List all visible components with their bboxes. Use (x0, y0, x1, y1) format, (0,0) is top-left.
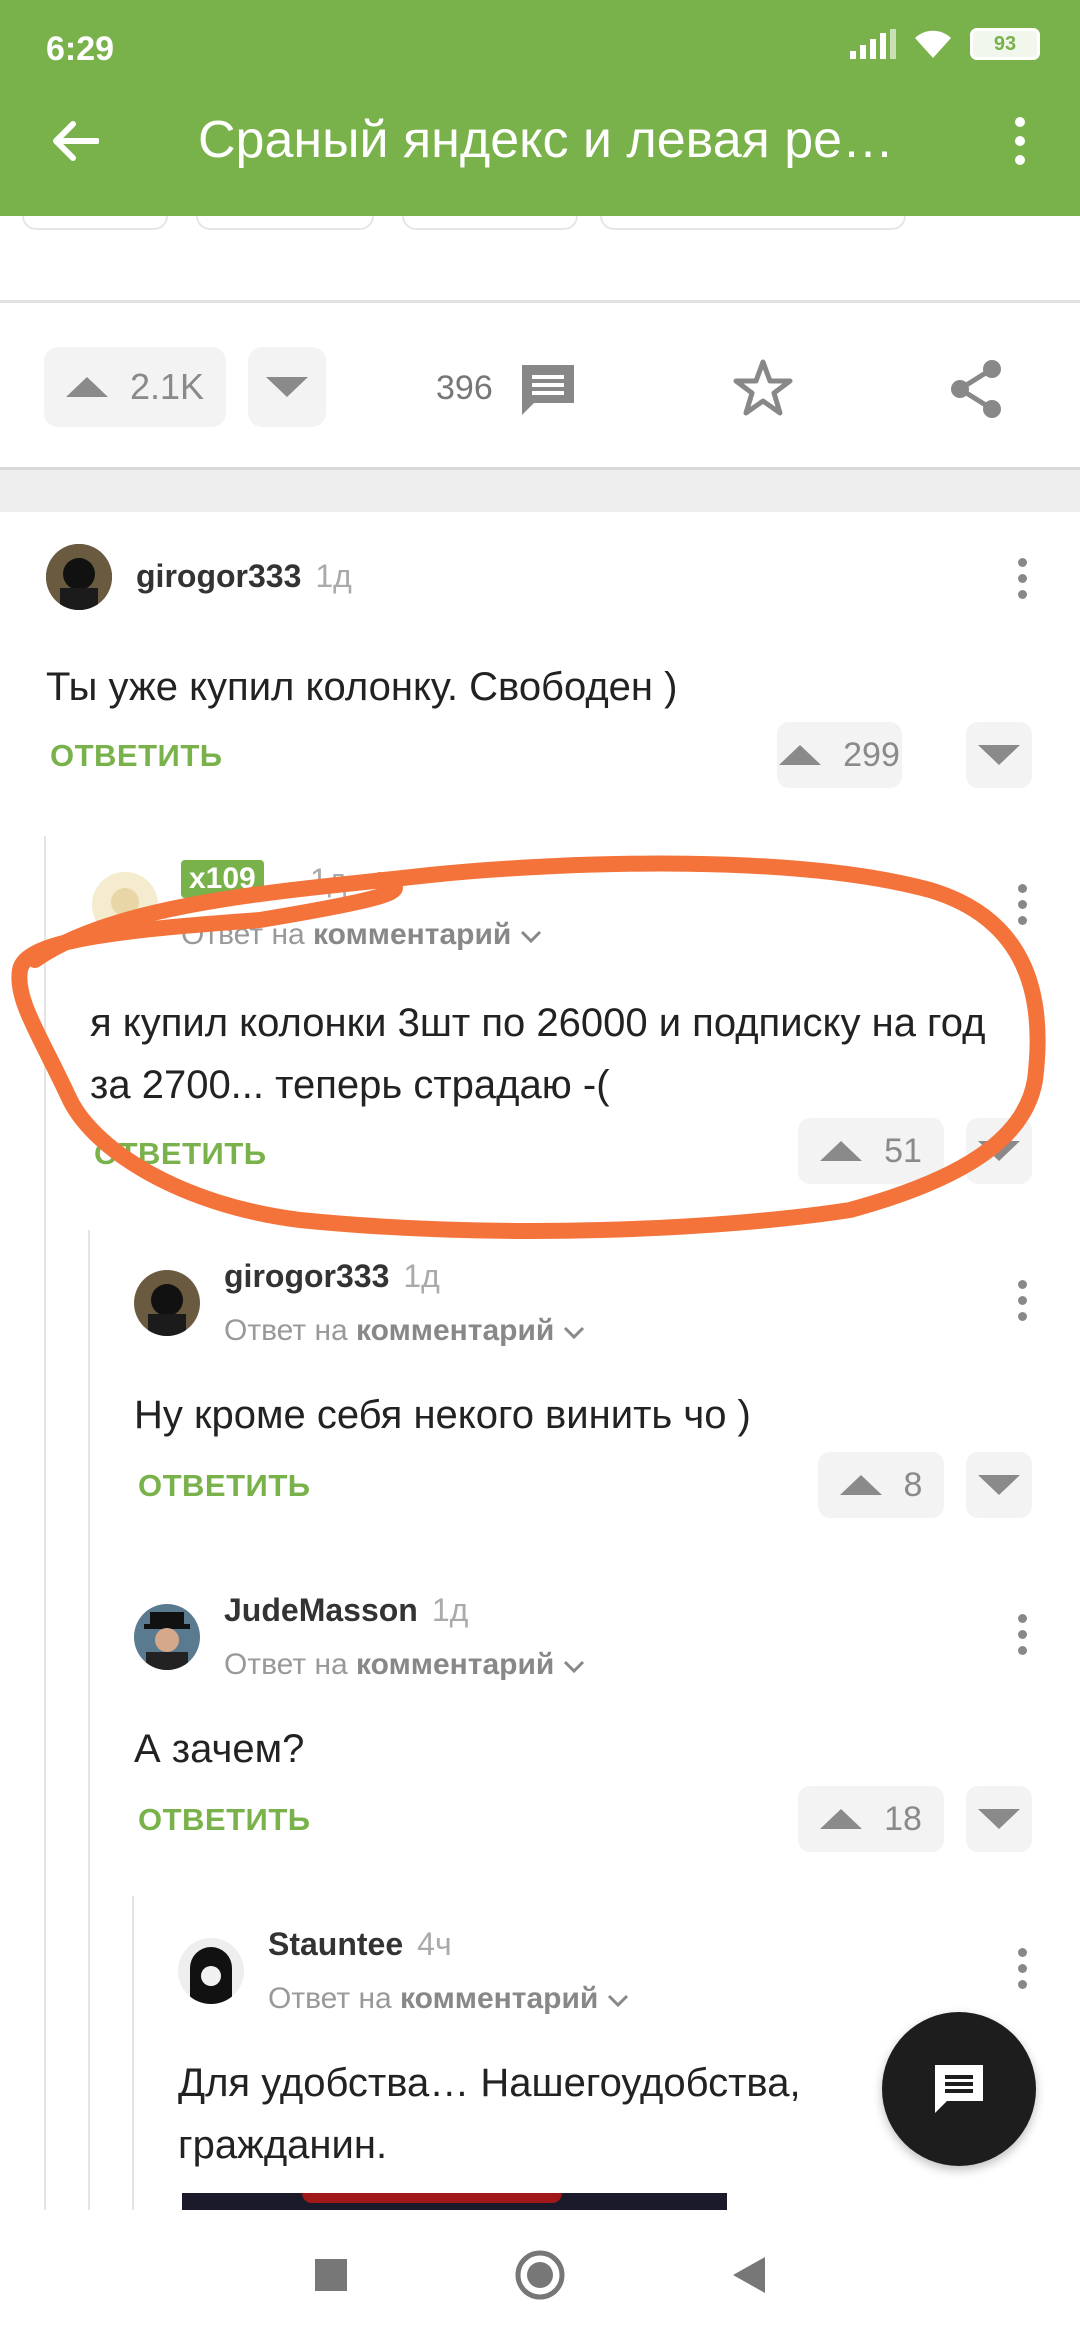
comment-downvote-button[interactable] (966, 1118, 1032, 1184)
comment-image-preview[interactable] (182, 2193, 727, 2211)
write-comment-fab[interactable] (882, 2012, 1036, 2166)
downvote-icon (978, 1141, 1020, 1161)
reply-to-link[interactable]: Ответ на комментарий (181, 918, 542, 952)
reply-button[interactable]: ОТВЕТИТЬ (50, 738, 223, 774)
comment-upvote-button[interactable]: 299 (777, 722, 902, 788)
avatar-image (134, 1604, 200, 1670)
comment-more-button[interactable] (1002, 548, 1042, 608)
comment-downvote-button[interactable] (966, 1786, 1032, 1852)
thread-line (44, 836, 46, 2210)
chevron-down-icon (520, 930, 541, 944)
reply-to-link[interactable]: Ответ на комментарий (224, 1648, 585, 1682)
reply-button[interactable]: ОТВЕТИТЬ (94, 1136, 267, 1172)
chevron-down-icon (607, 1994, 628, 2008)
comment-time: 1д (403, 1258, 440, 1294)
avatar-image (178, 1938, 244, 2004)
comment-upvote-button[interactable]: 18 (798, 1786, 944, 1852)
comment-more-button[interactable] (1002, 1270, 1042, 1330)
comment-upvote-button[interactable]: 8 (818, 1452, 944, 1518)
post-downvote-button[interactable] (248, 347, 326, 427)
comment-rating: 299 (843, 735, 900, 774)
avatar[interactable] (178, 1938, 244, 2004)
more-options-button[interactable] (990, 106, 1050, 176)
avatar[interactable] (134, 1604, 200, 1670)
avatar-image (46, 544, 112, 610)
screen: 6:29 93 Сраный яндекс и левая ре… 2.1K 3… (0, 0, 1080, 2340)
post-upvote-button[interactable]: 2.1K (44, 347, 226, 427)
upvote-icon (839, 1475, 882, 1495)
comment-downvote-button[interactable] (966, 1452, 1032, 1518)
signal-icon (850, 29, 896, 59)
tags-peek (0, 216, 1080, 230)
comment-time: 1д (315, 558, 352, 594)
home-icon[interactable] (514, 2249, 566, 2301)
comment-rating: 8 (903, 1465, 923, 1504)
share-icon[interactable] (948, 359, 1004, 419)
thread-line (88, 1230, 90, 2210)
comment-author[interactable]: girogor333 1д (136, 558, 352, 595)
app-bar: 6:29 93 Сраный яндекс и левая ре… (0, 0, 1080, 216)
avatar[interactable] (92, 872, 158, 938)
comment-rating: 51 (884, 1131, 922, 1170)
back-button[interactable] (40, 106, 110, 176)
battery-level: 93 (993, 32, 1017, 55)
upvote-icon (820, 1141, 863, 1161)
wifi-icon (915, 30, 951, 58)
avatar[interactable] (134, 1270, 200, 1336)
recents-icon[interactable] (313, 2257, 349, 2293)
thread-line (132, 1896, 134, 2210)
comment-author[interactable]: JudeMasson 1д (224, 1592, 468, 1629)
arrow-left-icon (53, 121, 99, 161)
chevron-down-icon (563, 1660, 584, 1674)
comment-text: А зачем? (134, 1727, 305, 1771)
reply-to-link[interactable]: Ответ на комментарий (224, 1314, 585, 1348)
upvote-icon (820, 1809, 863, 1829)
comment-text: Для удобства… Нашегоудобства, гражданин. (178, 2061, 801, 2167)
avatar-image (92, 872, 158, 938)
comment-time: 4ч (417, 1926, 452, 1962)
comment-more-button[interactable] (1002, 874, 1042, 934)
chevron-down-icon (563, 1326, 584, 1340)
comment-upvote-button[interactable]: 51 (798, 1118, 944, 1184)
reply-to-link[interactable]: Ответ на комментарий (268, 1982, 629, 2016)
back-nav-icon[interactable] (731, 2255, 767, 2295)
comment-more-button[interactable] (1002, 1938, 1042, 1998)
comment-author[interactable]: 1д (296, 862, 346, 899)
comment-text: я купил колонки 3шт по 26000 и подписку … (90, 1001, 986, 1107)
comment-author[interactable]: Stauntee 4ч (268, 1926, 452, 1963)
comment-rating: 18 (884, 1799, 922, 1838)
reply-button[interactable]: ОТВЕТИТЬ (138, 1802, 311, 1838)
star-icon[interactable] (732, 357, 794, 419)
comment-downvote-button[interactable] (966, 722, 1032, 788)
chat-icon (935, 2065, 983, 2113)
comment-text: Ты уже купил колонку. Свободен ) (46, 665, 678, 709)
avatar[interactable] (46, 544, 112, 610)
author-badge[interactable]: x109 (181, 860, 264, 898)
upvote-icon (779, 745, 822, 765)
upvote-icon (65, 377, 108, 397)
downvote-icon (978, 1809, 1020, 1829)
battery-icon: 93 (970, 28, 1040, 60)
page-title: Сраный яндекс и левая ре… (198, 111, 895, 169)
reply-button[interactable]: ОТВЕТИТЬ (138, 1468, 311, 1504)
system-nav-bar (0, 2210, 1080, 2340)
avatar-image (134, 1270, 200, 1336)
comments-count: 396 (436, 369, 493, 407)
downvote-icon (978, 1475, 1020, 1495)
downvote-icon (266, 377, 308, 397)
comment-author[interactable]: girogor333 1д (224, 1258, 440, 1295)
post-rating: 2.1K (129, 366, 205, 407)
post-action-bar: 2.1K 396 (0, 303, 1080, 469)
section-gap (0, 470, 1080, 512)
status-icons: 93 (850, 28, 1040, 60)
comments-icon[interactable] (518, 361, 578, 419)
downvote-icon (978, 745, 1020, 765)
comment-more-button[interactable] (1002, 1604, 1042, 1664)
status-time: 6:29 (46, 30, 115, 68)
comment-text: Ну кроме себя некого винить чо ) (134, 1393, 751, 1437)
comment-time: 1д (431, 1592, 469, 1628)
comment-time: 1д (310, 862, 347, 898)
